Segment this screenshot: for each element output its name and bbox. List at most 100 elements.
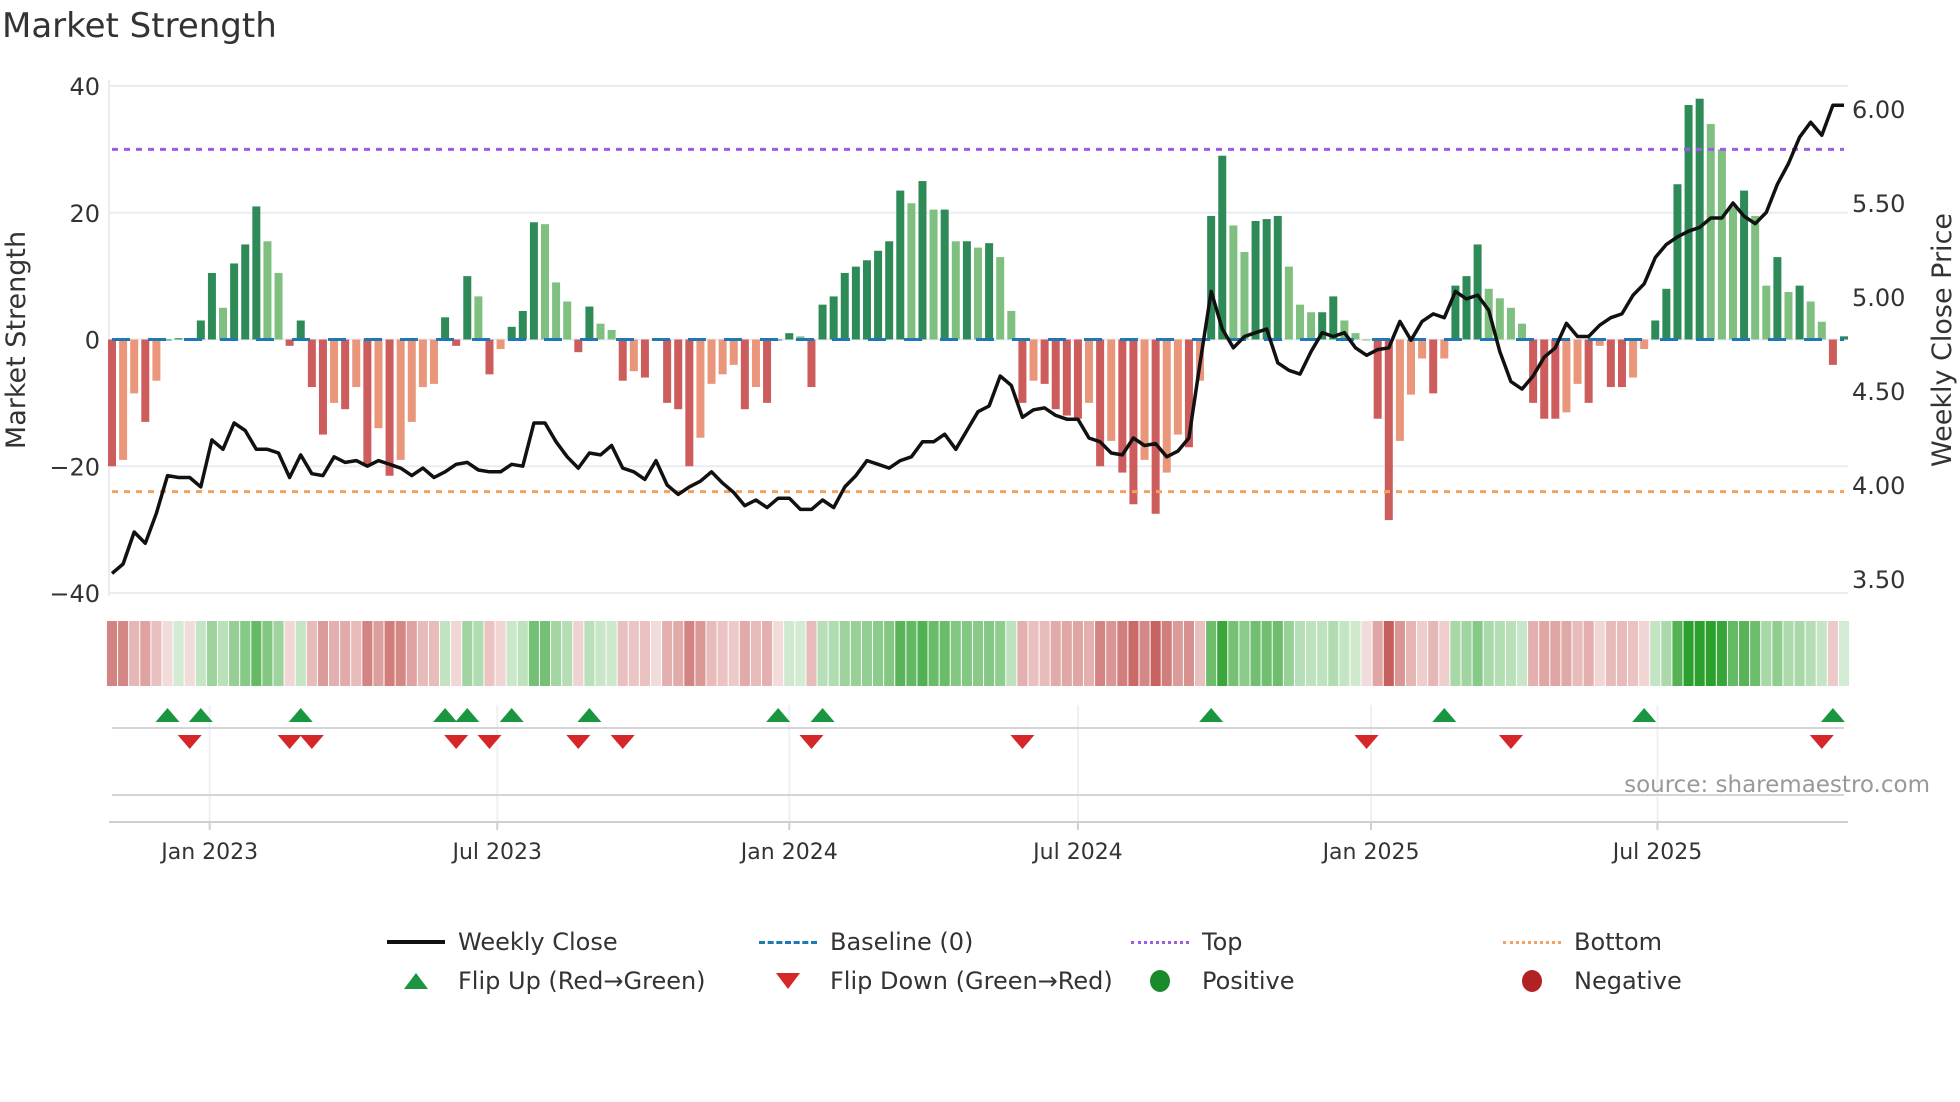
strength-heat-cell: [1261, 621, 1272, 686]
flip-up-marker: [155, 708, 180, 722]
strength-bar: [1218, 155, 1227, 340]
legend-item-baseline[interactable]: Baseline (0): [758, 928, 973, 956]
strength-bar: [441, 317, 450, 340]
strength-bar: [1540, 339, 1549, 419]
strength-bar: [1173, 339, 1182, 435]
dotted-line-icon: [1502, 932, 1562, 952]
strength-heat-cell: [1572, 621, 1583, 686]
strength-bar: [496, 339, 505, 350]
strength-bar: [607, 329, 616, 340]
strength-bar: [707, 339, 716, 384]
strength-heat-cell: [717, 621, 728, 686]
strength-bar: [962, 241, 971, 340]
legend-item-negative[interactable]: Negative: [1502, 967, 1682, 995]
strength-heat-cell: [1106, 621, 1117, 686]
strength-heat-cell: [1683, 621, 1694, 686]
source-note: source: sharemaestro.com: [1624, 772, 1930, 798]
flip-down-marker: [1354, 735, 1379, 749]
strength-heat-cell: [1306, 621, 1317, 686]
x-tick-label: Jan 2024: [739, 840, 838, 865]
strength-heat-cell: [884, 621, 895, 686]
strength-heat-cell: [1528, 621, 1539, 686]
strength-bar: [396, 339, 405, 460]
strength-bar: [330, 339, 339, 403]
strength-bar: [1684, 105, 1693, 340]
strength-bar: [862, 260, 871, 340]
strength-bar: [1295, 304, 1304, 340]
strength-heat-cell: [1161, 621, 1172, 686]
strength-heat-cell: [950, 621, 961, 686]
strength-heat-cell: [1716, 621, 1727, 686]
flip-down-marker: [610, 735, 635, 749]
strength-heat-cell: [506, 621, 517, 686]
strength-heat-cell: [1583, 621, 1594, 686]
strength-bar: [696, 339, 705, 438]
strength-heat-cell: [628, 621, 639, 686]
legend-item-flip-up[interactable]: Flip Up (Red→Green): [386, 967, 706, 995]
strength-heat-cell: [1128, 621, 1139, 686]
flip-up-marker: [1820, 708, 1845, 722]
strength-bar: [374, 339, 383, 429]
strength-bar: [1706, 124, 1715, 340]
strength-bar: [1395, 339, 1404, 441]
strength-heat-cell: [895, 621, 906, 686]
flip-up-marker: [455, 708, 480, 722]
flip-down-marker: [566, 735, 591, 749]
strength-heat-cell: [673, 621, 684, 686]
x-tick-label: Jan 2023: [159, 840, 258, 865]
strength-bar: [751, 339, 760, 388]
triangle-up-icon: [386, 971, 446, 991]
flip-up-marker: [577, 708, 602, 722]
strength-bar: [940, 209, 949, 340]
strength-heat-cell: [828, 621, 839, 686]
flip-down-marker: [1809, 735, 1834, 749]
strength-bar: [341, 339, 350, 410]
strength-bar: [718, 339, 727, 375]
legend-label: Positive: [1202, 967, 1295, 995]
strength-heat-cell: [1694, 621, 1705, 686]
strength-heat-cell: [262, 621, 273, 686]
strength-bar: [974, 247, 982, 340]
strength-bar: [518, 310, 527, 340]
strength-heat-cell: [1028, 621, 1039, 686]
strength-heat-cell: [1650, 621, 1661, 686]
strength-heat-cell: [162, 621, 173, 686]
strength-heat-cell: [972, 621, 984, 686]
strength-heat-cell: [240, 621, 251, 686]
strength-heat-cell: [1639, 621, 1650, 686]
strength-bar: [1151, 339, 1160, 514]
legend-item-weekly-close[interactable]: Weekly Close: [386, 928, 618, 956]
strength-bar: [1629, 339, 1638, 378]
strength-heat-cell: [484, 621, 495, 686]
strength-heat-cell: [417, 621, 428, 686]
strength-bar: [1040, 339, 1049, 384]
strength-heat-cell: [639, 621, 650, 686]
strength-heat-cell: [1250, 621, 1261, 686]
legend-item-top[interactable]: Top: [1130, 928, 1243, 956]
legend-item-bottom[interactable]: Bottom: [1502, 928, 1662, 956]
strength-heat-cell: [1095, 621, 1106, 686]
strength-heat-cell: [1328, 621, 1339, 686]
strength-heat-cell: [1428, 621, 1439, 686]
strength-bar: [1751, 215, 1760, 340]
strength-heat-cell: [861, 621, 873, 686]
strength-heat-cell: [1550, 621, 1561, 686]
strength-heat-cell: [1783, 621, 1794, 686]
strength-heat-cell: [1372, 621, 1383, 686]
strength-heat-cell: [1439, 621, 1450, 686]
strength-heat-cell: [373, 621, 384, 686]
strength-bar: [1506, 307, 1515, 340]
strength-heat-cell: [284, 621, 295, 686]
strength-bar: [1018, 339, 1027, 403]
strength-heat-cell: [1383, 621, 1394, 686]
strength-bar: [108, 339, 116, 467]
x-tick-label: Jul 2023: [450, 840, 542, 865]
strength-heat-cell: [329, 621, 340, 686]
legend-item-flip-down[interactable]: Flip Down (Green→Red): [758, 967, 1113, 995]
strength-bar: [1606, 339, 1615, 388]
legend-item-positive[interactable]: Positive: [1130, 967, 1295, 995]
strength-heat-cell: [1217, 621, 1228, 686]
strength-bar: [1107, 339, 1116, 441]
strength-bar: [1240, 252, 1249, 340]
strength-bar: [1473, 244, 1482, 340]
